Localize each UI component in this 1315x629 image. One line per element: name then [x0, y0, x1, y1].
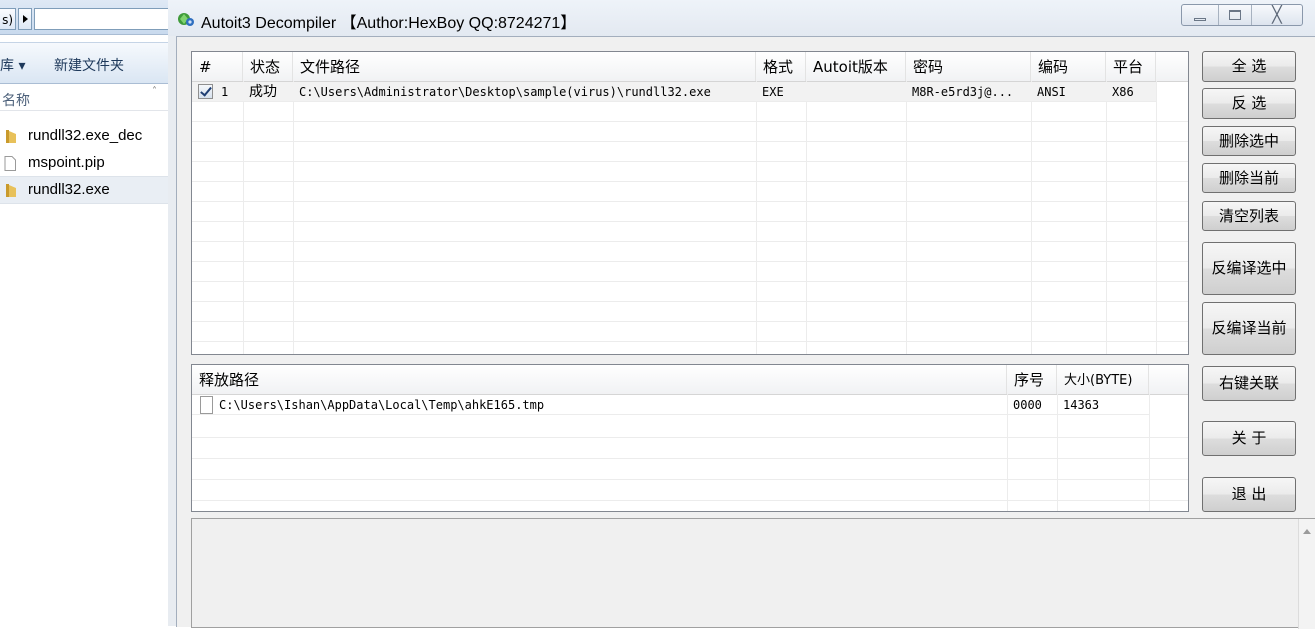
file-name: rundll32.exe_dec — [28, 127, 143, 144]
file-icon — [200, 396, 213, 414]
file-list[interactable]: # 状态 文件路径 格式 Autoit版本 密码 编码 平台 1 成功 C:\U… — [191, 51, 1189, 355]
row-encoding: ANSI — [1037, 85, 1066, 99]
row-platform: X86 — [1112, 85, 1134, 99]
delete-selected-button[interactable]: 删除选中 — [1202, 126, 1296, 156]
address-bar: s) — [0, 0, 168, 35]
sort-up-icon: ˄ — [152, 86, 157, 97]
decompiler-window: Autoit3 Decompiler 【Author:HexBoy QQ:872… — [168, 0, 1315, 629]
app-logo-icon — [178, 13, 194, 26]
table-row[interactable]: 1 成功 C:\Users\Administrator\Desktop\samp… — [192, 82, 1156, 102]
context-menu-button[interactable]: 右键关联 — [1202, 366, 1296, 401]
file-name: rundll32.exe — [28, 181, 110, 198]
file-list-header: # 状态 文件路径 格式 Autoit版本 密码 编码 平台 — [192, 52, 1188, 82]
explorer-toolbar: 库 ▾ 新建文件夹 — [0, 42, 168, 84]
select-all-button[interactable]: 全 选 — [1202, 51, 1296, 82]
decompile-selected-button[interactable]: 反编译选中 — [1202, 242, 1296, 295]
invert-selection-button[interactable]: 反 选 — [1202, 88, 1296, 119]
row-password: M8R-e5rd3j@... — [912, 85, 1014, 99]
explorer-window: s) 库 ▾ 新建文件夹 名称 ˄ rundll32.exe_dec mspoi… — [0, 0, 169, 626]
table-row[interactable]: C:\Users\Ishan\AppData\Local\Temp\ahkE16… — [192, 395, 1149, 415]
col-seq[interactable]: 序号 — [1007, 365, 1057, 394]
column-header-name[interactable]: 名称 ˄ — [0, 86, 168, 111]
breadcrumb[interactable]: s) — [0, 8, 16, 30]
file-item[interactable]: rundll32.exe_dec — [0, 123, 168, 149]
log-output[interactable] — [191, 518, 1315, 629]
organize-menu[interactable]: 库 ▾ — [0, 55, 25, 75]
row-size: 14363 — [1063, 398, 1100, 412]
col-version[interactable]: Autoit版本 — [806, 52, 906, 81]
column-name-label: 名称 — [2, 93, 30, 109]
row-format: EXE — [762, 85, 784, 99]
client-area: # 状态 文件路径 格式 Autoit版本 密码 编码 平台 1 成功 C:\U… — [176, 36, 1315, 629]
file-name: mspoint.pip — [28, 154, 105, 171]
row-path: C:\Users\Administrator\Desktop\sample(vi… — [299, 85, 711, 99]
document-icon — [4, 156, 16, 171]
row-release-path: C:\Users\Ishan\AppData\Local\Temp\ahkE16… — [219, 398, 545, 412]
row-seq: 0000 — [1013, 398, 1042, 412]
title-bar[interactable]: Autoit3 Decompiler 【Author:HexBoy QQ:872… — [168, 0, 1315, 36]
col-platform[interactable]: 平台 — [1106, 52, 1156, 81]
new-folder-button[interactable]: 新建文件夹 — [54, 55, 124, 75]
col-path[interactable]: 文件路径 — [293, 52, 756, 81]
minimize-icon[interactable] — [1182, 5, 1219, 25]
col-encoding[interactable]: 编码 — [1031, 52, 1106, 81]
delete-current-button[interactable]: 删除当前 — [1202, 163, 1296, 193]
file-item-selected[interactable]: rundll32.exe — [0, 176, 168, 204]
row-status: 成功 — [249, 84, 277, 100]
address-input[interactable] — [34, 8, 168, 30]
col-password[interactable]: 密码 — [906, 52, 1031, 81]
folder-icon — [6, 184, 16, 197]
col-status[interactable]: 状态 — [243, 52, 293, 81]
row-version — [806, 82, 906, 102]
col-format[interactable]: 格式 — [756, 52, 806, 81]
row-index: 1 — [221, 85, 229, 99]
about-button[interactable]: 关 于 — [1202, 421, 1296, 456]
exit-button[interactable]: 退 出 — [1202, 477, 1296, 512]
release-list-header: 释放路径 序号 大小(BYTE) — [192, 365, 1188, 395]
col-size[interactable]: 大小(BYTE) — [1057, 365, 1149, 394]
clear-list-button[interactable]: 清空列表 — [1202, 201, 1296, 231]
release-list[interactable]: 释放路径 序号 大小(BYTE) C:\Users\Ishan\AppData\… — [191, 364, 1189, 512]
window-title: Autoit3 Decompiler 【Author:HexBoy QQ:872… — [201, 15, 577, 32]
folder-icon — [6, 130, 16, 143]
col-index[interactable]: # — [192, 52, 243, 81]
file-item[interactable]: mspoint.pip — [0, 150, 168, 176]
maximize-icon[interactable] — [1219, 5, 1252, 25]
close-icon[interactable]: ╳ — [1252, 5, 1302, 25]
decompile-current-button[interactable]: 反编译当前 — [1202, 302, 1296, 355]
row-checkbox[interactable] — [198, 84, 213, 99]
col-release-path[interactable]: 释放路径 — [192, 365, 1007, 394]
window-controls: ╳ — [1181, 4, 1303, 26]
breadcrumb-arrow-icon[interactable] — [18, 8, 32, 30]
log-scrollbar[interactable] — [1298, 519, 1315, 629]
